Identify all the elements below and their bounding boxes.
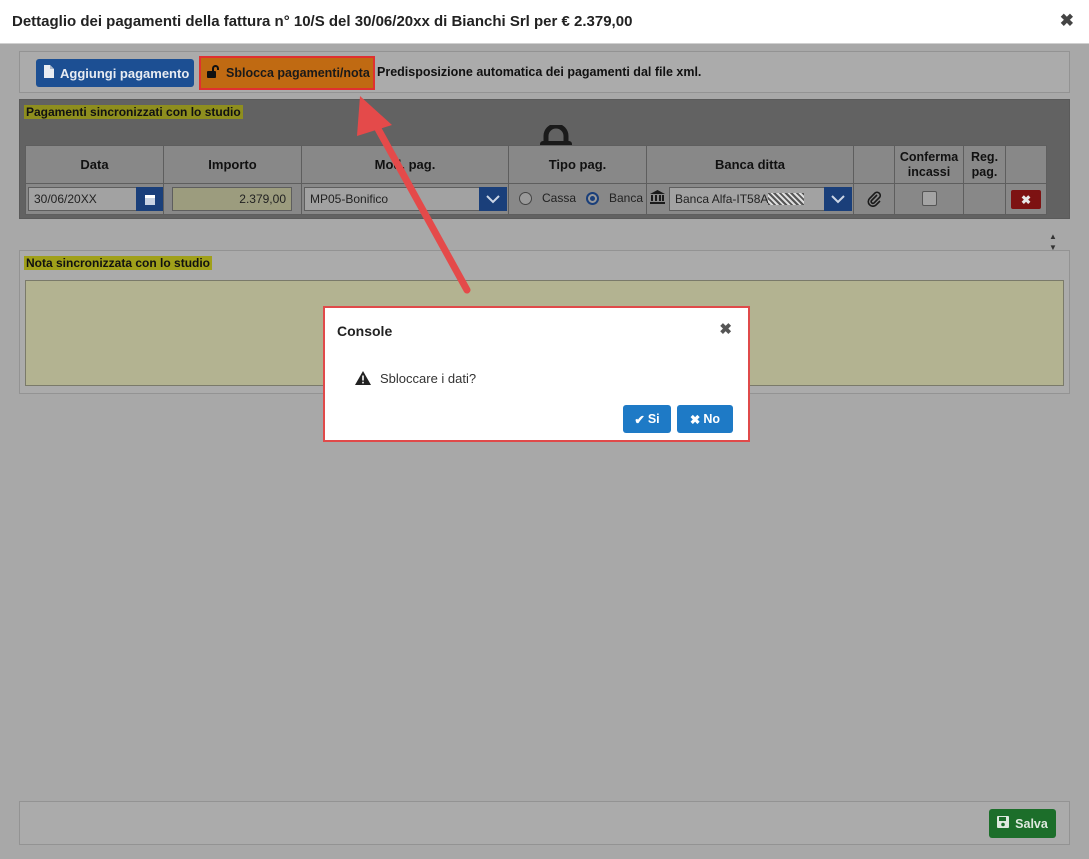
sync-payments-label: Pagamenti sincronizzati con lo studio (24, 105, 243, 119)
save-button[interactable]: Salva (989, 809, 1056, 838)
amount-input[interactable]: 2.379,00 (172, 187, 292, 211)
payment-method-select[interactable]: MP05-Bonifico (304, 187, 506, 211)
confirm-dialog: Console ✖ Sbloccare i dati? ✔ Si ✖ No (323, 306, 750, 442)
confirm-receipts-checkbox[interactable] (922, 191, 937, 206)
col-reg-line1: Reg. (970, 149, 999, 164)
unlock-payments-label: Sblocca pagamenti/nota (226, 66, 370, 80)
bank-iban-redacted (768, 193, 805, 205)
yes-button[interactable]: ✔ Si (623, 405, 671, 433)
dialog-title: Console (337, 323, 393, 339)
nota-label: Nota sincronizzata con lo studio (24, 256, 213, 270)
cell-mod-pag: MP05-Bonifico (301, 183, 509, 215)
close-icon[interactable]: ✖ (719, 320, 732, 338)
col-data: Data (25, 145, 164, 184)
radio-banca-label: Banca (609, 191, 644, 205)
radio-cassa[interactable] (519, 192, 532, 205)
col-importo: Importo (163, 145, 302, 184)
table-header-row: Data Importo Mod. pag. Tipo pag. Banca d… (25, 145, 1047, 184)
save-icon (997, 816, 1010, 831)
radio-cassa-label: Cassa (542, 191, 577, 205)
col-conferma-incassi: Conferma incassi (894, 145, 964, 184)
unlock-payments-button[interactable]: Sblocca pagamenti/nota (199, 56, 375, 90)
unlock-icon (207, 65, 220, 81)
chevron-down-icon[interactable] (479, 187, 507, 211)
bank-select-value: Banca Alfa-IT58A (675, 192, 769, 206)
radio-banca[interactable] (586, 192, 599, 205)
col-conferma-line1: Conferma (899, 149, 959, 164)
bank-icon (650, 190, 665, 207)
cell-banca-ditta: Banca Alfa-IT58A (646, 183, 854, 215)
yes-label: Si (647, 412, 660, 426)
cell-data: 30/06/20XX (25, 183, 164, 215)
file-icon (44, 65, 54, 81)
col-banca-ditta: Banca ditta (646, 145, 854, 184)
paperclip-icon[interactable] (867, 191, 881, 210)
cell-importo: 2.379,00 (163, 183, 302, 215)
close-icon[interactable]: ✖ (1060, 11, 1074, 31)
sync-payments-panel: Pagamenti sincronizzati con lo studio Da… (19, 99, 1070, 219)
close-icon: ✖ (689, 412, 701, 427)
col-conferma-line2: incassi (907, 164, 951, 179)
col-tipo-pag: Tipo pag. (508, 145, 647, 184)
col-reg-pag: Reg. pag. (963, 145, 1006, 184)
no-label: No (703, 412, 721, 426)
delete-row-button[interactable]: ✖ (1011, 190, 1041, 209)
add-payment-label: Aggiungi pagamento (60, 65, 190, 81)
warning-icon (355, 371, 371, 385)
col-reg-line2: pag. (971, 164, 998, 179)
toolbar: Aggiungi pagamento Sblocca pagamenti/not… (19, 51, 1070, 93)
modal-body: Aggiungi pagamento Sblocca pagamenti/not… (0, 44, 1089, 859)
modal-title: Dettaglio dei pagamenti della fattura n°… (12, 13, 633, 30)
payments-table: Data Importo Mod. pag. Tipo pag. Banca d… (25, 145, 1047, 215)
col-actions (1005, 145, 1047, 184)
table-row: 30/06/20XX 2.379,00 MP05-Bonifico Cassa … (25, 183, 1047, 215)
save-label: Salva (1015, 816, 1048, 831)
cell-actions: ✖ (1005, 183, 1047, 215)
col-mod-pag: Mod. pag. (301, 145, 509, 184)
footer: Salva (19, 801, 1070, 845)
cell-conferma-incassi (894, 183, 964, 215)
chevron-down-icon[interactable] (824, 187, 852, 211)
cell-attachment (853, 183, 895, 215)
col-attachment (853, 145, 895, 184)
cell-tipo-pag: Cassa Banca (508, 183, 647, 215)
modal-header: Dettaglio dei pagamenti della fattura n°… (0, 0, 1089, 44)
toolbar-info-text: Predisposizione automatica dei pagamenti… (377, 65, 702, 79)
calendar-icon[interactable] (136, 187, 163, 211)
dialog-message: Sbloccare i dati? (380, 371, 477, 386)
add-payment-button[interactable]: Aggiungi pagamento (36, 59, 194, 87)
no-button[interactable]: ✖ No (677, 405, 733, 433)
cell-reg-pag (963, 183, 1006, 215)
check-icon: ✔ (634, 412, 645, 427)
